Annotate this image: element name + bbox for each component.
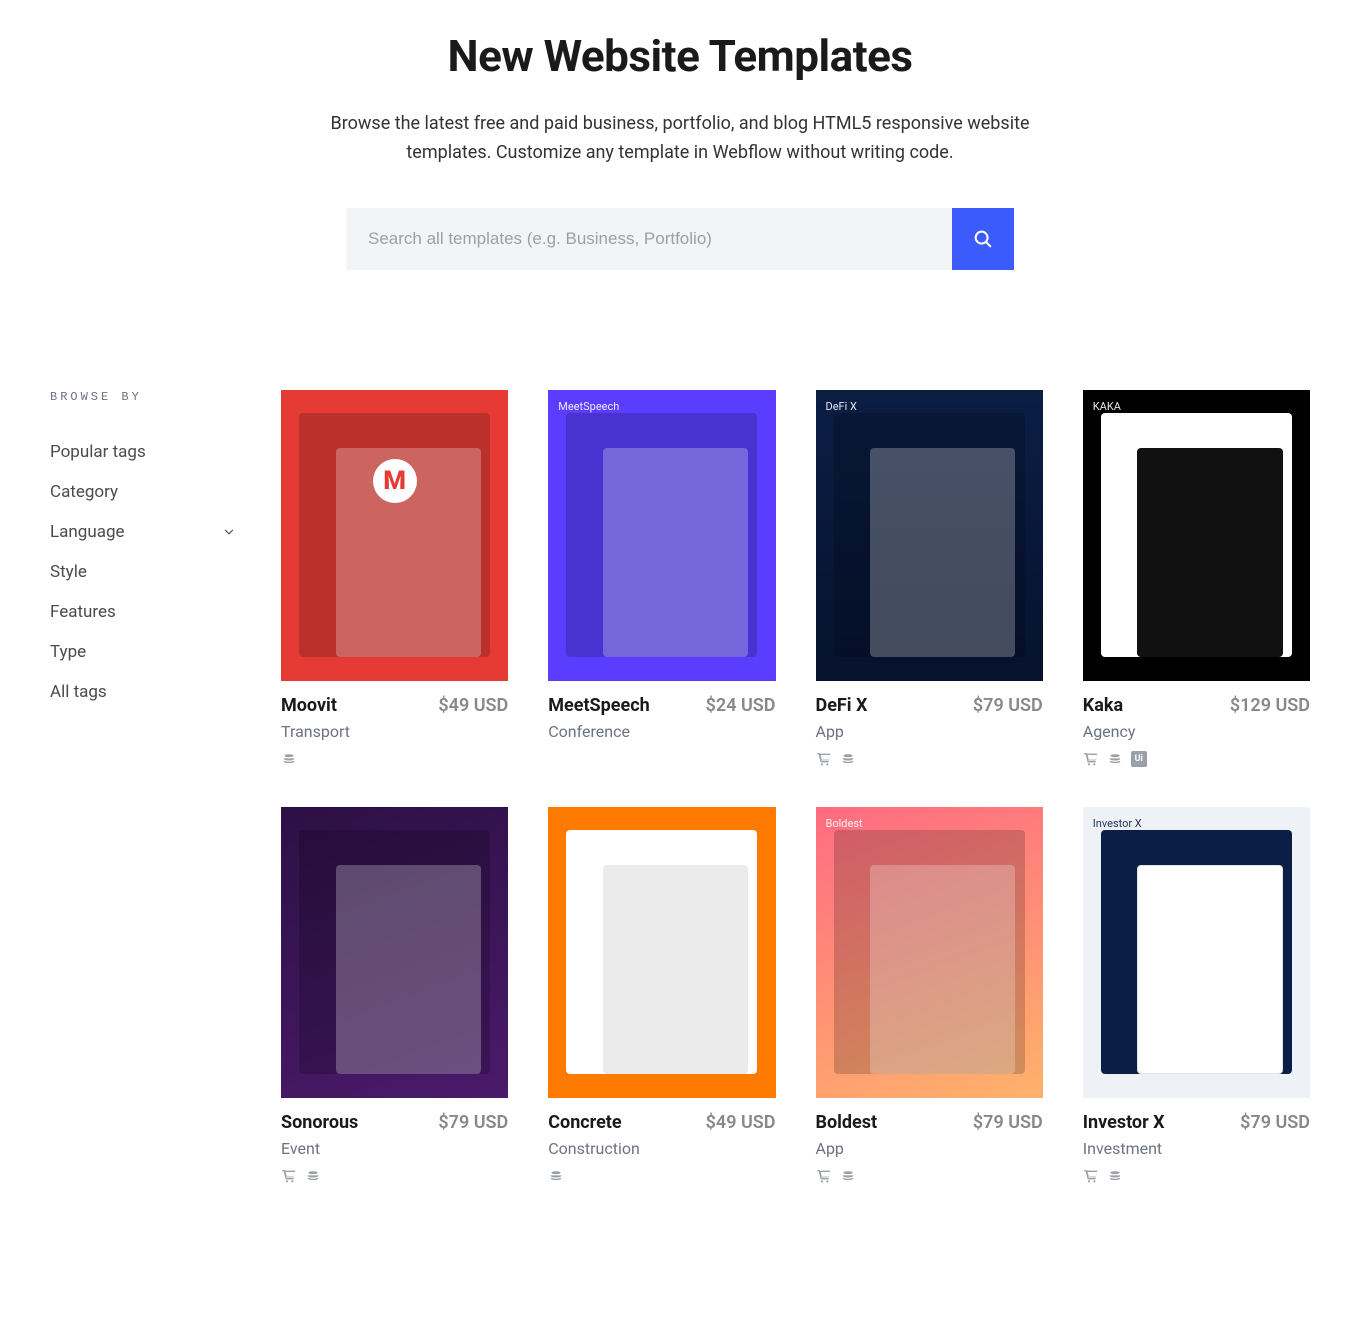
template-price: $79 USD xyxy=(973,695,1043,716)
template-category[interactable]: Transport xyxy=(281,722,350,741)
page-subtitle: Browse the latest free and paid business… xyxy=(330,110,1030,168)
template-feature-icons xyxy=(281,751,508,767)
stack-icon xyxy=(305,1168,321,1184)
template-thumbnail[interactable]: Investor X xyxy=(1083,807,1310,1098)
sidebar-item-features[interactable]: Features xyxy=(50,592,236,632)
template-feature-icons xyxy=(281,1168,508,1184)
template-thumbnail[interactable]: M xyxy=(281,390,508,681)
template-name[interactable]: Kaka xyxy=(1083,695,1136,716)
template-name[interactable]: Sonorous xyxy=(281,1112,358,1133)
ui-kit-icon: Ui xyxy=(1131,751,1147,767)
cart-icon xyxy=(281,1168,297,1184)
template-card: MeetSpeech MeetSpeech Conference $24 USD xyxy=(548,390,775,767)
template-category[interactable]: Agency xyxy=(1083,722,1136,741)
stack-icon xyxy=(840,751,856,767)
template-feature-icons xyxy=(816,1168,1043,1184)
sidebar-item-popular-tags[interactable]: Popular tags xyxy=(50,432,236,472)
sidebar-item-label: Category xyxy=(50,482,118,502)
template-name[interactable]: Concrete xyxy=(548,1112,640,1133)
template-category[interactable]: Event xyxy=(281,1139,358,1158)
template-thumbnail[interactable] xyxy=(281,807,508,1098)
sidebar-item-label: Language xyxy=(50,522,125,542)
template-price: $129 USD xyxy=(1230,695,1310,716)
stack-icon xyxy=(840,1168,856,1184)
template-card: Boldest Boldest App $79 USD xyxy=(816,807,1043,1184)
stack-icon xyxy=(1107,751,1123,767)
thumb-label: DeFi X xyxy=(826,400,857,413)
template-card: M Moovit Transport $49 USD xyxy=(281,390,508,767)
sidebar-item-category[interactable]: Category xyxy=(50,472,236,512)
template-price: $49 USD xyxy=(438,695,508,716)
template-category[interactable]: Construction xyxy=(548,1139,640,1158)
cart-icon xyxy=(1083,751,1099,767)
thumb-label: MeetSpeech xyxy=(558,400,619,413)
logo-badge: M xyxy=(373,459,417,503)
cart-icon xyxy=(816,751,832,767)
chevron-down-icon xyxy=(222,525,236,539)
sidebar-heading: BROWSE BY xyxy=(50,390,236,404)
template-grid: MMoovitTransport$49 USDMeetSpeechMeetSpe… xyxy=(281,390,1310,1184)
search-icon xyxy=(972,228,994,250)
template-thumbnail[interactable]: MeetSpeech xyxy=(548,390,775,681)
template-card: Investor X Investor X Investment $79 USD xyxy=(1083,807,1310,1184)
template-name[interactable]: DeFi X xyxy=(816,695,868,716)
thumb-label: KAKA xyxy=(1093,400,1121,413)
template-card: DeFi X DeFi X App $79 USD xyxy=(816,390,1043,767)
sidebar-item-label: Features xyxy=(50,602,116,622)
template-price: $24 USD xyxy=(706,695,776,716)
template-card: Sonorous Event $79 USD xyxy=(281,807,508,1184)
template-name[interactable]: Boldest xyxy=(816,1112,878,1133)
thumb-label: Investor X xyxy=(1093,817,1142,830)
sidebar-item-type[interactable]: Type xyxy=(50,632,236,672)
template-thumbnail[interactable]: DeFi X xyxy=(816,390,1043,681)
template-price: $79 USD xyxy=(1240,1112,1310,1133)
template-price: $79 USD xyxy=(438,1112,508,1133)
template-category[interactable]: Investment xyxy=(1083,1139,1165,1158)
stack-icon xyxy=(1107,1168,1123,1184)
template-feature-icons xyxy=(1083,1168,1310,1184)
template-name[interactable]: MeetSpeech xyxy=(548,695,649,716)
search-input[interactable] xyxy=(346,208,952,270)
template-category[interactable]: Conference xyxy=(548,722,649,741)
sidebar-item-label: Popular tags xyxy=(50,442,146,462)
sidebar: BROWSE BY Popular tags Category Language St… xyxy=(50,390,236,1184)
cart-icon xyxy=(816,1168,832,1184)
search-button[interactable] xyxy=(952,208,1014,270)
template-category[interactable]: App xyxy=(816,1139,878,1158)
thumb-label: Boldest xyxy=(826,817,863,830)
cart-icon xyxy=(1083,1168,1099,1184)
template-price: $79 USD xyxy=(973,1112,1043,1133)
template-category[interactable]: App xyxy=(816,722,868,741)
sidebar-item-label: Style xyxy=(50,562,87,582)
sidebar-item-style[interactable]: Style xyxy=(50,552,236,592)
sidebar-item-label: All tags xyxy=(50,682,107,702)
stack-icon xyxy=(281,751,297,767)
sidebar-item-all-tags[interactable]: All tags xyxy=(50,672,236,712)
template-name[interactable]: Moovit xyxy=(281,695,350,716)
template-price: $49 USD xyxy=(706,1112,776,1133)
template-feature-icons xyxy=(548,1168,775,1184)
template-feature-icons xyxy=(816,751,1043,767)
page-title: New Website Templates xyxy=(0,30,1360,82)
template-thumbnail[interactable]: Boldest xyxy=(816,807,1043,1098)
template-name[interactable]: Investor X xyxy=(1083,1112,1165,1133)
stack-icon xyxy=(548,1168,564,1184)
template-thumbnail[interactable] xyxy=(548,807,775,1098)
search-bar xyxy=(346,208,1014,270)
sidebar-item-label: Type xyxy=(50,642,86,662)
template-card: Concrete Construction $49 USD xyxy=(548,807,775,1184)
template-thumbnail[interactable]: KAKA xyxy=(1083,390,1310,681)
template-feature-icons: Ui xyxy=(1083,751,1310,767)
template-card: KAKA Kaka Agency $129 USD Ui xyxy=(1083,390,1310,767)
sidebar-item-language[interactable]: Language xyxy=(50,512,236,552)
